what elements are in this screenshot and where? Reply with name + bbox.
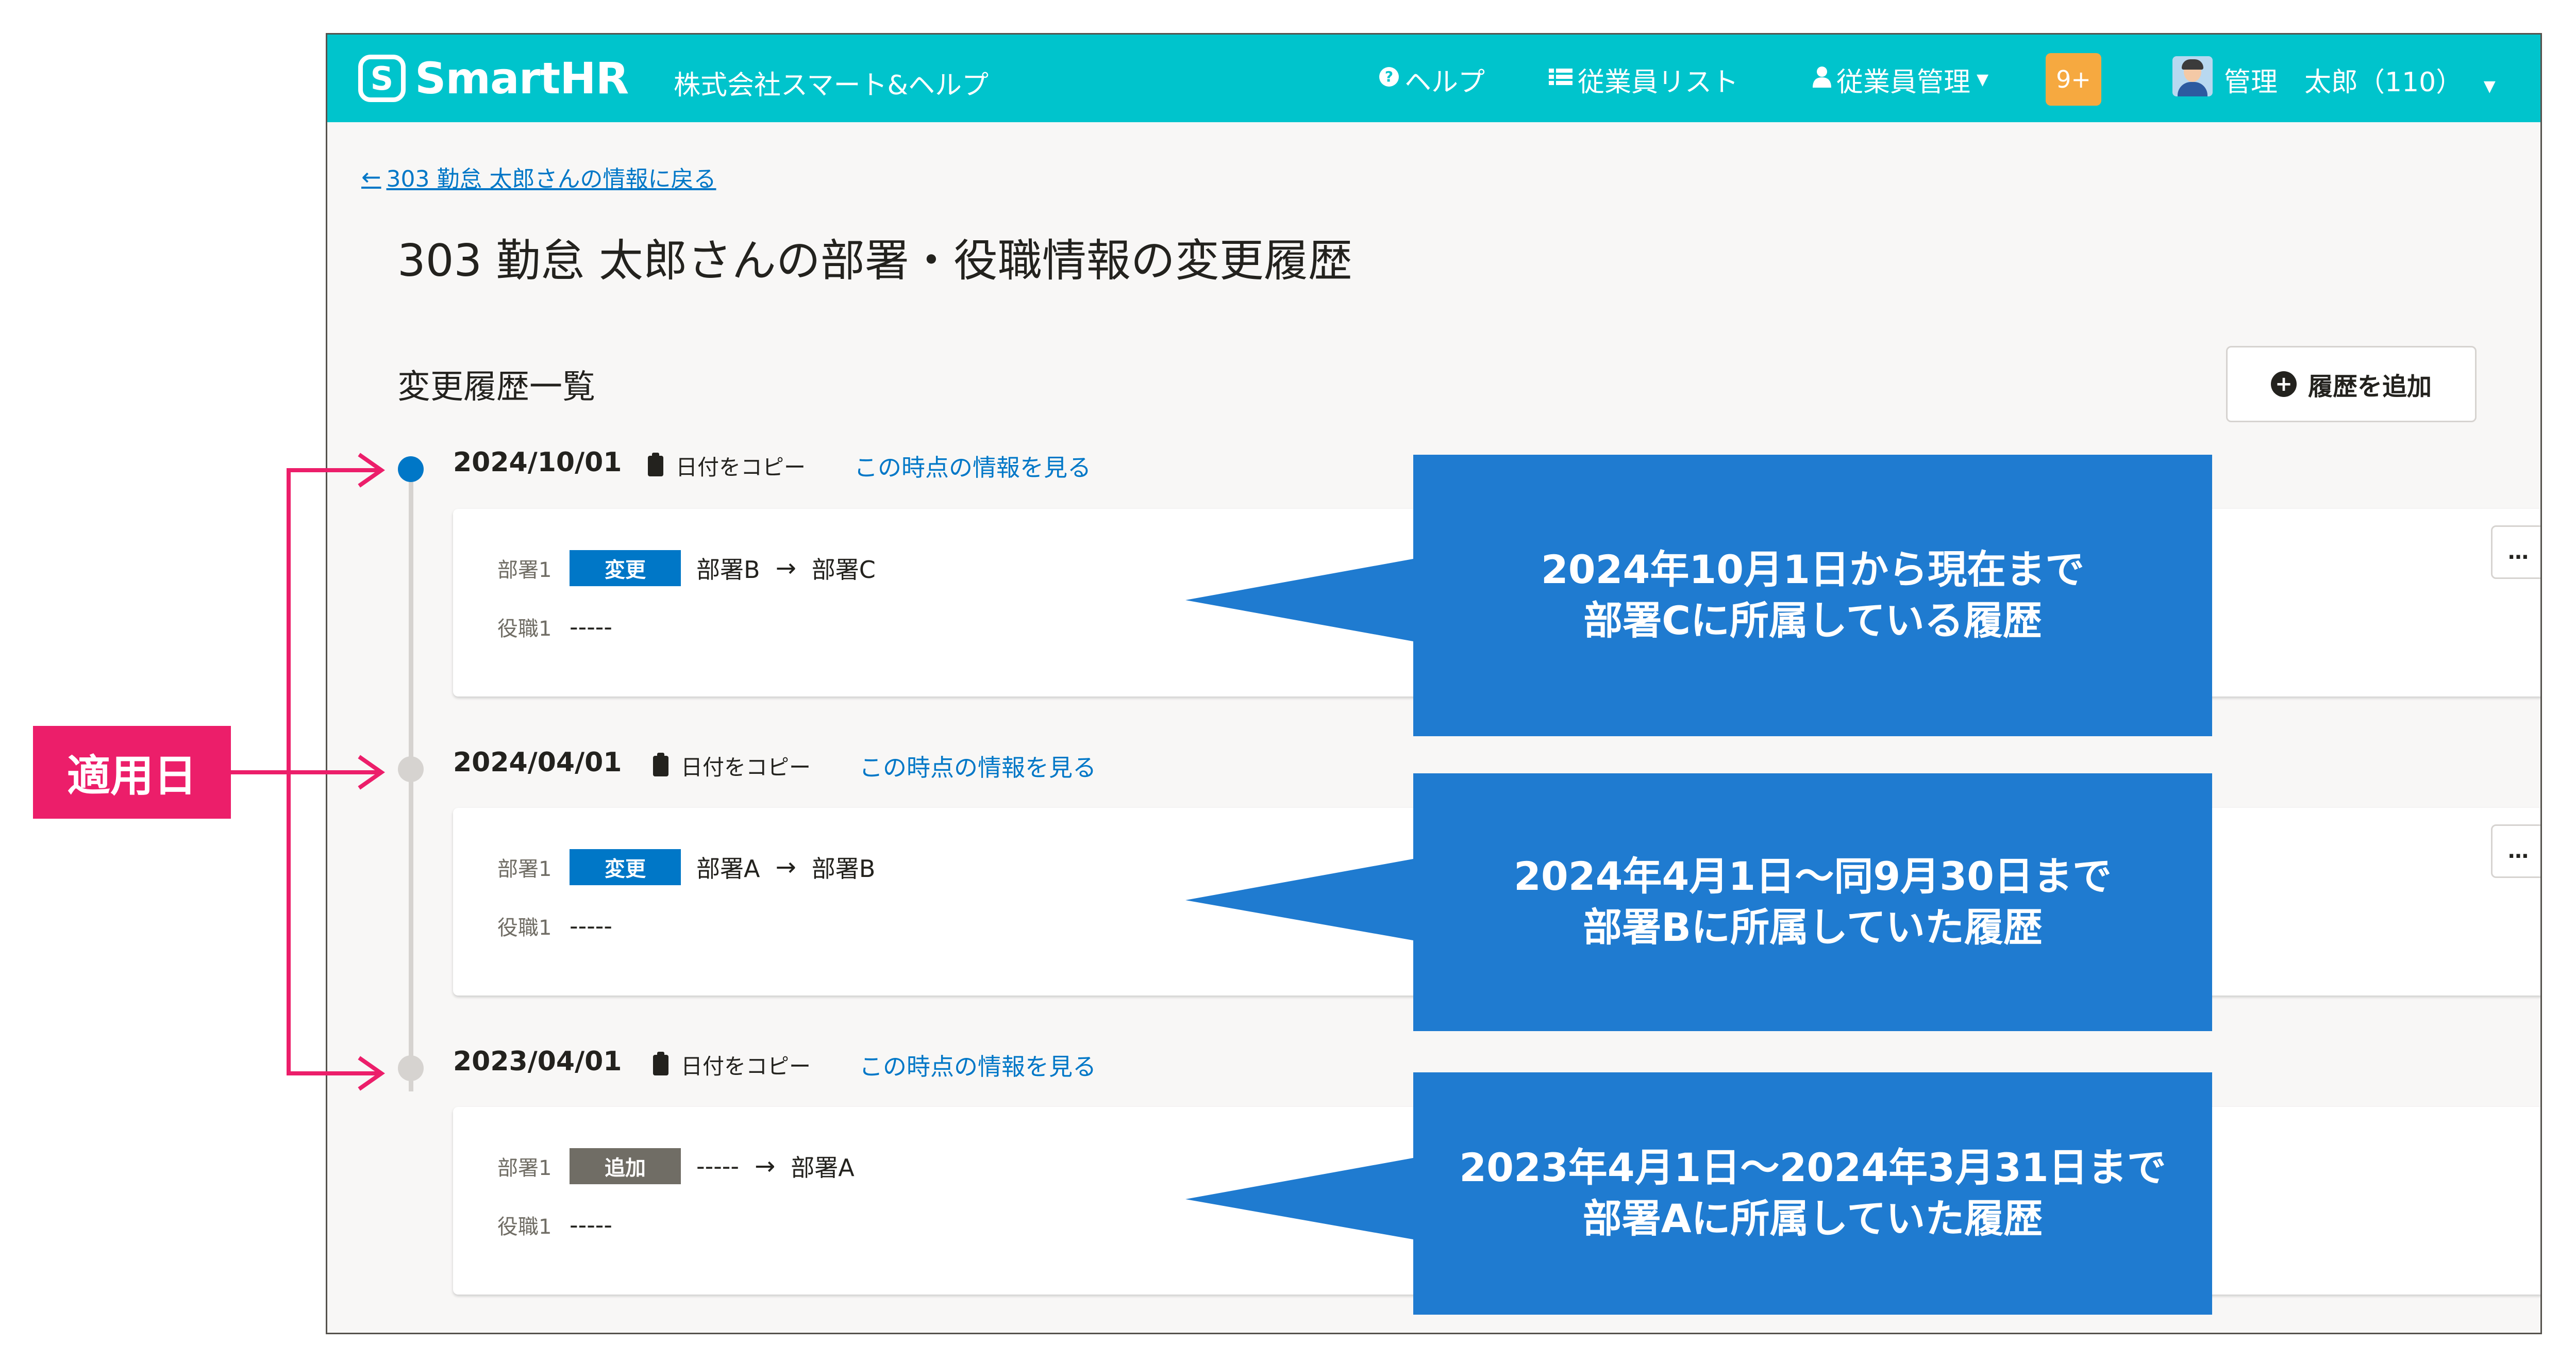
add-history-button[interactable]: + 履歴を追加 [2226,346,2477,422]
role-value: ----- [570,613,612,641]
clipboard-icon [653,1051,668,1075]
dept-to: 部署B [811,855,876,883]
callout-box: 2023年4月1日〜2024年3月31日まで 部署Aに所属していた履歴 [1413,1072,2212,1315]
callout-tail-2 [1185,859,1413,940]
dept-to: 部署A [791,1154,855,1182]
back-link-label: 303 勤怠 太郎さんの情報に戻る [386,166,716,192]
change-tag: 変更 [570,550,681,586]
callout-line-2: 部署Cに所属している履歴 [1583,598,2042,643]
callout-box: 2024年10月1日から現在まで 部署Cに所属している履歴 [1413,455,2212,736]
arrow-right-icon: → [755,1152,776,1181]
callout-box: 2024年4月1日〜同9月30日まで 部署Bに所属していた履歴 [1413,773,2212,1031]
callout-tails [1185,559,1413,1239]
callout-line-2: 部署Aに所属していた履歴 [1582,1196,2043,1241]
user-menu[interactable]: 管理 太郎（110） ▼ [2224,60,2496,99]
role-value: ----- [570,1211,612,1239]
role-row: 役職1 ----- [497,1210,612,1240]
entry-date: 2024/04/01 [453,747,622,778]
dept-row: 部署1 追加 ----- → 部署A [497,1148,855,1184]
copy-date-label: 日付をコピー [681,755,811,780]
logo-mark-icon: S [358,55,406,102]
entry-date: 2023/04/01 [453,1046,622,1077]
dept-row: 部署1 変更 部署B → 部署C [497,550,876,586]
role-label: 役職1 [497,916,552,940]
timeline-dot [398,1055,424,1081]
arrow-left-icon: ← [361,163,381,191]
nav-employee-list-label: 従業員リスト [1578,67,1739,98]
clipboard-icon [648,452,663,476]
arrow-right-icon: → [775,853,796,882]
dept-from: ----- [696,1152,739,1180]
chevron-down-icon: ▼ [1977,71,1989,89]
role-value: ----- [570,912,612,940]
nav-employee-management-label: 従業員管理 [1836,67,1971,98]
role-label: 役職1 [497,617,552,641]
callout-tail-1 [1185,559,1413,641]
callout-line-2: 部署Bに所属していた履歴 [1583,904,2043,950]
nav-employee-list[interactable]: 従業員リスト [1549,60,1738,99]
role-row: 役職1 ----- [497,911,612,941]
dept-to: 部署C [811,556,876,584]
add-history-label: 履歴を追加 [2307,372,2432,401]
dept-label: 部署1 [497,558,552,582]
change-tag: 変更 [570,849,681,885]
plus-circle-icon: + [2270,371,2297,397]
copy-date-label: 日付をコピー [681,1054,811,1079]
timeline-dot-active [398,456,424,482]
timeline-dot [398,756,424,782]
entry-date: 2024/10/01 [453,447,622,478]
avatar[interactable] [2172,56,2213,96]
callout-line-1: 2023年4月1日〜2024年3月31日まで [1459,1145,2166,1191]
user-name: 管理 太郎（110） [2224,67,2463,98]
add-tag: 追加 [570,1148,681,1184]
callout-line-1: 2024年4月1日〜同9月30日まで [1514,853,2112,900]
list-icon [1549,67,1573,93]
more-options-button[interactable]: … [2491,525,2540,579]
application-date-label: 適用日 [33,726,231,819]
view-snapshot-link[interactable]: この時点の情報を見る [859,749,1096,783]
logo-text: SmartHR [415,53,629,104]
callout-tail-3 [1185,1158,1413,1239]
role-label: 役職1 [497,1215,552,1239]
section-title: 変更履歴一覧 [397,368,595,406]
copy-date-label: 日付をコピー [676,455,806,480]
more-options-button[interactable]: … [2491,824,2540,878]
callout-line-1: 2024年10月1日から現在まで [1541,546,2085,593]
back-link[interactable]: ← 303 勤怠 太郎さんの情報に戻る [361,160,716,193]
dept-from: 部署A [696,855,760,883]
dept-label: 部署1 [497,857,552,881]
company-name: 株式会社スマート&ヘルプ [674,70,989,101]
view-snapshot-link[interactable]: この時点の情報を見る [859,1048,1096,1082]
view-snapshot-link[interactable]: この時点の情報を見る [854,449,1091,483]
chevron-down-icon: ▼ [2483,77,2496,95]
smarthr-logo[interactable]: S SmartHR [358,53,629,104]
dept-from: 部署B [696,556,760,584]
dept-row: 部署1 変更 部署A → 部署B [497,849,875,885]
arrow-right-icon: → [775,554,796,583]
role-row: 役職1 ----- [497,612,612,642]
notification-badge[interactable]: 9+ [2046,53,2101,106]
header-bar: S SmartHR 株式会社スマート&ヘルプ ? ヘルプ 従業員リスト 従業員管… [327,35,2540,122]
copy-date-button[interactable]: 日付をコピー [648,450,806,482]
person-icon [1813,66,1831,93]
nav-employee-management[interactable]: 従業員管理 ▼ [1813,60,1988,99]
copy-date-button[interactable]: 日付をコピー [653,750,811,782]
clipboard-icon [653,752,668,776]
copy-date-button[interactable]: 日付をコピー [653,1049,811,1081]
dept-label: 部署1 [497,1156,552,1180]
